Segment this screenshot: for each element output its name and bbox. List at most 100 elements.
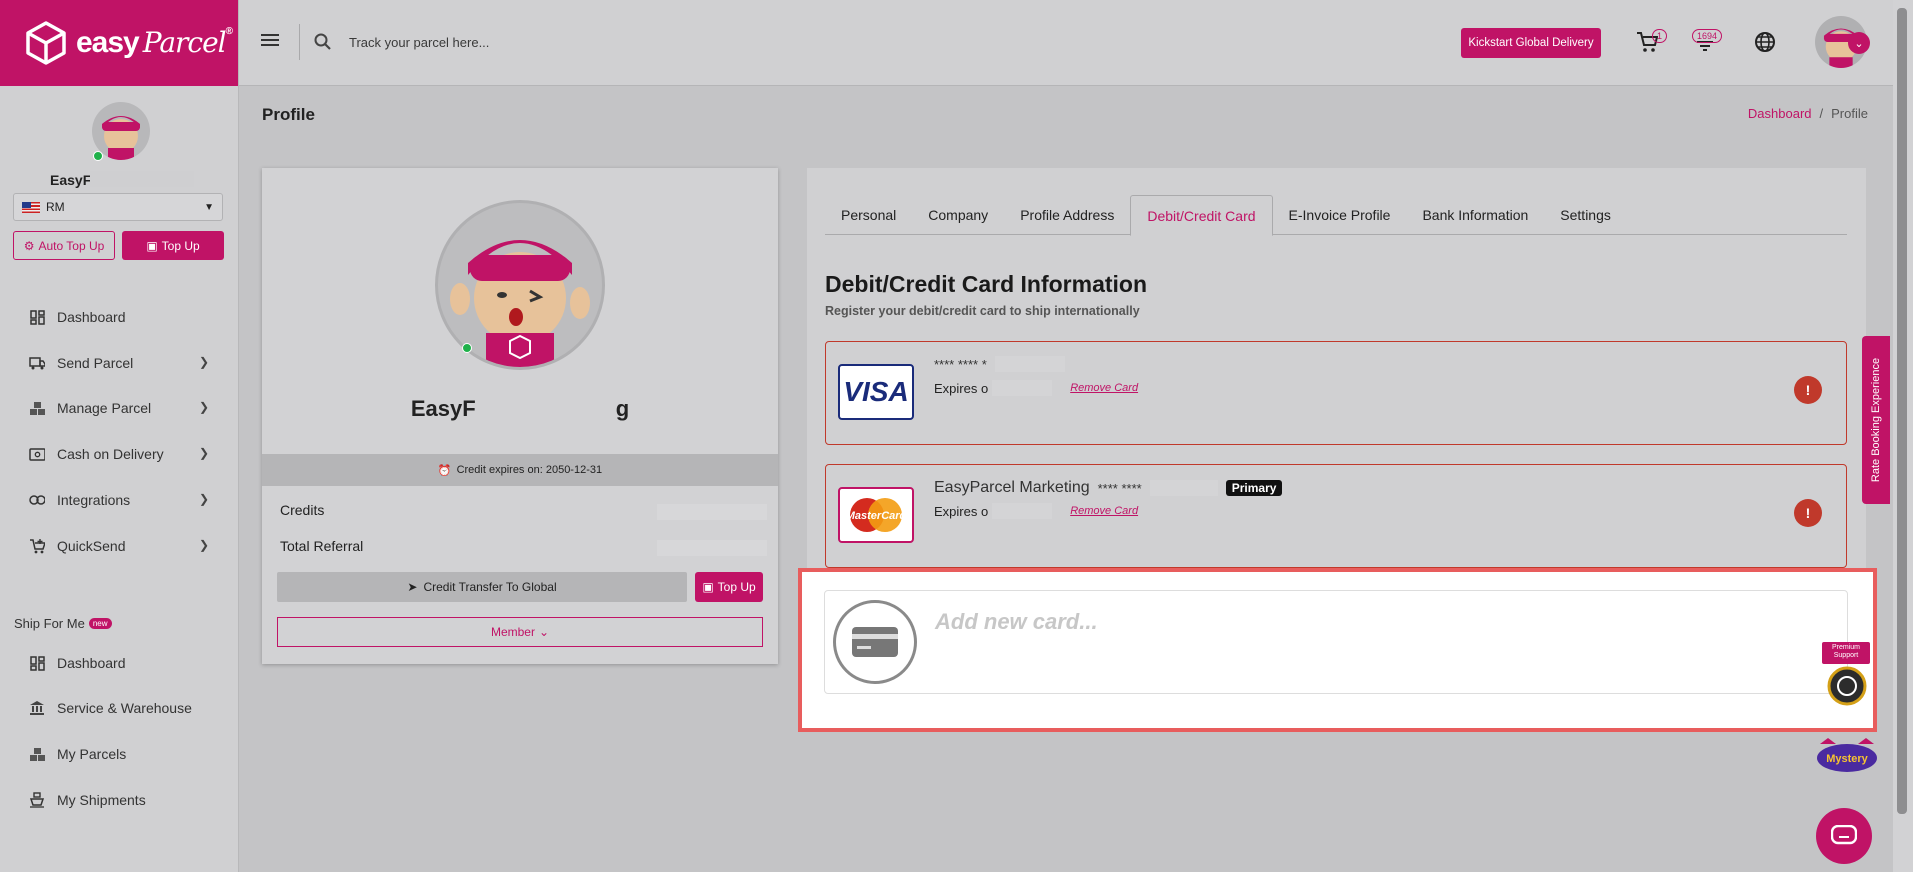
globe-icon[interactable] xyxy=(1754,31,1776,53)
redacted-card-digits xyxy=(994,356,1065,372)
add-new-card-button[interactable]: Add new card... xyxy=(824,590,1848,694)
profile-card: EasyF g ⏰ Credit expires on: 2050-12-31 C… xyxy=(262,168,778,664)
link-icon xyxy=(29,492,45,508)
credit-expiry-text: Credit expires on: 2050-12-31 xyxy=(456,464,603,476)
chevron-right-icon: ❯ xyxy=(198,400,209,414)
nav-dashboard[interactable]: Dashboard xyxy=(0,299,239,335)
kickstart-global-delivery-button[interactable]: Kickstart Global Delivery xyxy=(1461,28,1601,58)
wallet-icon: ▣ xyxy=(702,580,714,594)
hamburger-menu-icon[interactable] xyxy=(261,33,279,47)
dashboard-icon xyxy=(29,655,45,671)
mastercard-logo-text: MasterCard xyxy=(846,510,907,522)
page-title: Profile xyxy=(262,105,315,124)
nav-cash-on-delivery[interactable]: Cash on Delivery ❯ xyxy=(0,436,239,472)
warning-icon[interactable]: ! xyxy=(1794,499,1822,527)
auto-topup-button[interactable]: ⚙ Auto Top Up xyxy=(13,231,115,260)
total-referral-label: Total Referral xyxy=(280,538,364,554)
brand-logo[interactable]: easy Parcel® xyxy=(0,0,238,86)
warning-icon[interactable]: ! xyxy=(1794,376,1822,404)
remove-card-link[interactable]: Remove Card xyxy=(1070,505,1138,517)
tab-settings[interactable]: Settings xyxy=(1544,195,1627,235)
tab-e-invoice-profile[interactable]: E-Invoice Profile xyxy=(1273,195,1407,235)
search-icon[interactable] xyxy=(314,33,332,51)
credits-label: Credits xyxy=(280,502,325,518)
profile-avatar[interactable] xyxy=(435,200,605,370)
nav-sfm-dashboard[interactable]: Dashboard xyxy=(0,645,239,681)
nav-service-warehouse[interactable]: Service & Warehouse xyxy=(0,690,239,726)
card-expiry: Expires o xyxy=(934,503,989,519)
mystery-promo-badge[interactable]: Mystery xyxy=(1814,736,1880,776)
member-dropdown-button[interactable]: Member ⌄ xyxy=(277,617,763,647)
chevron-right-icon: ❯ xyxy=(198,355,209,369)
visa-logo-icon: VISA xyxy=(838,364,914,420)
brand-name: easy Parcel® xyxy=(76,26,233,59)
nav-my-parcels[interactable]: My Parcels xyxy=(0,736,239,772)
new-badge: new xyxy=(88,618,112,629)
breadcrumb-dashboard-link[interactable]: Dashboard xyxy=(1748,106,1812,121)
premium-support-widget[interactable]: Premium Support xyxy=(1822,642,1872,708)
credit-card-icon xyxy=(833,600,917,684)
rate-booking-experience-tab[interactable]: Rate Booking Experience xyxy=(1862,336,1890,504)
truck-icon xyxy=(29,355,45,371)
primary-badge: Primary xyxy=(1225,480,1283,496)
whatsapp-icon xyxy=(1827,666,1867,706)
chevron-right-icon: ❯ xyxy=(198,538,209,552)
tab-company[interactable]: Company xyxy=(912,195,1004,235)
breadcrumb-current: Profile xyxy=(1831,106,1868,121)
send-arrow-icon: ➤ xyxy=(407,580,418,594)
remove-card-link[interactable]: Remove Card xyxy=(1070,382,1138,394)
chevron-right-icon: ❯ xyxy=(198,492,209,506)
add-card-highlight: Add new card... xyxy=(798,568,1877,732)
boxes-icon xyxy=(29,746,45,762)
cart-plus-icon xyxy=(29,538,45,554)
ship-for-me-heading: Ship For Me new xyxy=(14,616,112,631)
online-status-dot xyxy=(462,343,472,353)
mystery-text: Mystery xyxy=(1826,753,1868,765)
section-subtitle: Register your debit/credit card to ship … xyxy=(825,304,1140,318)
nav-quicksend[interactable]: QuickSend ❯ xyxy=(0,528,239,564)
tab-personal[interactable]: Personal xyxy=(825,195,912,235)
redacted-name xyxy=(90,171,194,187)
online-status-dot xyxy=(93,151,103,161)
chat-button[interactable] xyxy=(1816,808,1872,864)
nav-integrations[interactable]: Integrations ❯ xyxy=(0,482,239,518)
wallet-currency-select[interactable]: RM ▼ xyxy=(13,193,223,221)
chat-bubble-icon xyxy=(1831,825,1857,845)
visa-logo-text: VISA xyxy=(843,376,909,407)
redacted-expiry xyxy=(992,380,1053,396)
credit-transfer-button[interactable]: ➤ Credit Transfer To Global xyxy=(277,572,687,602)
nav-my-shipments[interactable]: My Shipments xyxy=(0,782,239,818)
malaysia-flag-icon xyxy=(22,201,40,213)
chevron-down-icon: ▼ xyxy=(204,201,214,213)
section-title: Debit/Credit Card Information xyxy=(825,271,1148,297)
profile-name: EasyF g xyxy=(410,396,630,421)
wallet-currency: RM xyxy=(46,200,65,214)
sidebar-user-name: EasyF xyxy=(50,172,92,188)
profile-topup-button[interactable]: ▣ Top Up xyxy=(695,572,763,602)
tab-bank-information[interactable]: Bank Information xyxy=(1406,195,1544,235)
card-number: **** **** xyxy=(1097,480,1142,496)
tab-profile-address[interactable]: Profile Address xyxy=(1004,195,1130,235)
cash-icon xyxy=(29,446,45,462)
card-expiry-line: Expires o Remove Card xyxy=(934,503,1138,519)
wallet-icon: ▣ xyxy=(146,238,158,253)
tab-debit-credit-card[interactable]: Debit/Credit Card xyxy=(1130,195,1273,236)
card-expiry-line: Expires o Remove Card xyxy=(934,380,1138,396)
breadcrumb: Dashboard / Profile xyxy=(1748,106,1868,121)
nav-send-parcel[interactable]: Send Parcel ❯ xyxy=(0,345,239,381)
redacted-expiry xyxy=(992,503,1053,519)
cube-logo-icon xyxy=(26,21,66,65)
chevron-down-icon[interactable]: ⌄ xyxy=(1848,32,1870,54)
track-parcel-input[interactable] xyxy=(349,28,749,56)
chevron-down-icon: ⌄ xyxy=(538,625,550,639)
profile-tabs: Personal Company Profile Address Debit/C… xyxy=(825,195,1847,236)
redacted-referral-value xyxy=(657,540,767,556)
alarm-clock-icon: ⏰ xyxy=(437,464,452,477)
notification-count-badge: 1694 xyxy=(1692,29,1723,43)
sidebar-topup-button[interactable]: ▣ Top Up xyxy=(122,231,224,260)
card-number-line: **** **** * xyxy=(934,356,1065,372)
scrollbar-thumb[interactable] xyxy=(1897,8,1907,814)
bank-icon xyxy=(29,700,45,716)
nav-manage-parcel[interactable]: Manage Parcel ❯ xyxy=(0,390,239,426)
add-new-card-label: Add new card... xyxy=(935,609,1098,634)
